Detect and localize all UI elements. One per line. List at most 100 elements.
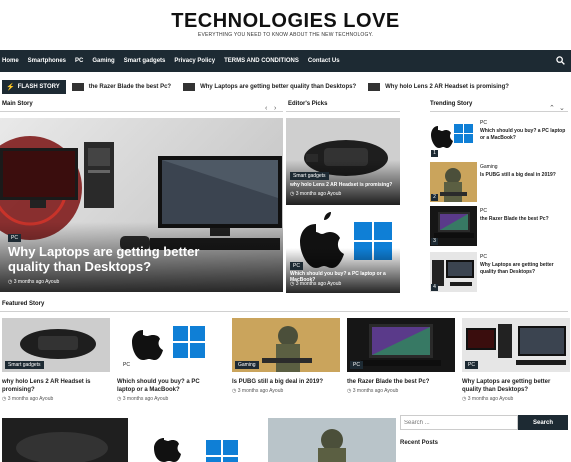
category-badge[interactable]: Smart gadgets	[5, 361, 44, 369]
featured-title[interactable]: Is PUBG still a big deal in 2019?	[232, 378, 332, 386]
apple-windows-image	[117, 318, 225, 372]
nav-item-pc[interactable]: PC	[75, 58, 83, 64]
post-meta: ◷ 3 months ago Ayoub	[347, 388, 455, 394]
vr-headset-image	[2, 418, 128, 462]
featured-title[interactable]: why holo Lens 2 AR Headset is promising?	[2, 378, 102, 394]
featured-card[interactable]: PC the Razer Blade the best Pc? ◷ 3 mont…	[347, 318, 455, 394]
nav-item-smartphones[interactable]: Smartphones	[28, 58, 66, 64]
flash-story-text: FLASH STORY	[17, 84, 60, 90]
trending-category[interactable]: PC	[480, 208, 487, 214]
post-meta: ◷ 3 months ago Ayoub	[8, 279, 59, 285]
chevron-up-icon[interactable]: ⌃	[549, 104, 555, 112]
trending-title[interactable]: Which should you buy? a PC laptop or a M…	[480, 128, 566, 142]
category-badge[interactable]: PC	[290, 262, 303, 270]
featured-image: Gaming	[232, 318, 340, 372]
editors-pick-title[interactable]: why holo Lens 2 AR Headset is promising?	[290, 182, 398, 188]
ticker-item-title[interactable]: the Razer Blade the best Pc?	[89, 84, 171, 90]
desktop-pc-image	[462, 318, 570, 372]
main-story-card[interactable]: PC Why Laptops are getting better qualit…	[0, 118, 283, 292]
trending-item[interactable]: 3 PC the Razer Blade the best Pc?	[430, 206, 568, 246]
ticker-item-title[interactable]: Why holo Lens 2 AR Headset is promising?	[385, 84, 509, 90]
site-title[interactable]: TECHNOLOGIES LOVE	[0, 10, 571, 33]
category-badge[interactable]: PC	[120, 361, 133, 369]
divider	[0, 311, 568, 312]
post-meta: ◷ 3 months ago Ayoub	[2, 396, 110, 402]
sidebar-search: Search	[400, 415, 568, 430]
post-thumbnail[interactable]	[268, 418, 396, 462]
nav-item-smart-gadgets[interactable]: Smart gadgets	[124, 58, 166, 64]
ticker-item[interactable]: Why holo Lens 2 AR Headset is promising?	[368, 83, 509, 91]
featured-image: PC	[462, 318, 570, 372]
rank-badge: 2	[431, 194, 438, 201]
lightning-icon: ⚡	[6, 84, 15, 91]
trending-title[interactable]: Why Laptops are getting better quality t…	[480, 262, 566, 276]
site-tagline: EVERYTHING YOU NEED TO KNOW ABOUT THE NE…	[197, 32, 374, 38]
editors-pick-card[interactable]: Smart gadgets why holo Lens 2 AR Headset…	[286, 118, 400, 205]
post-thumbnail[interactable]	[2, 418, 128, 462]
nav-item-gaming[interactable]: Gaming	[92, 58, 114, 64]
post-meta-text: 3 months ago Ayoub	[237, 388, 284, 394]
trending-item[interactable]: 2 Gaming Is PUBG still a big deal in 201…	[430, 162, 568, 202]
trending-item[interactable]: 4 PC Why Laptops are getting better qual…	[430, 252, 568, 292]
trending-category[interactable]: PC	[480, 120, 487, 126]
trending-heading: Trending Story	[430, 101, 473, 107]
trending-thumbnail: 1	[430, 118, 477, 158]
editors-pick-card[interactable]: PC Which should you buy? a PC laptop or …	[286, 206, 400, 293]
ticker-item[interactable]: Why Laptops are getting better quality t…	[183, 83, 356, 91]
search-input[interactable]	[400, 415, 518, 430]
rank-badge: 4	[431, 284, 438, 291]
category-badge[interactable]: PC	[350, 361, 363, 369]
nav-item-home[interactable]: Home	[2, 58, 19, 64]
featured-image: PC	[347, 318, 455, 372]
rank-badge: 3	[431, 238, 438, 245]
nav-item-terms[interactable]: TERMS AND CONDITIONS	[224, 58, 299, 64]
ticker-item[interactable]: the Razer Blade the best Pc?	[71, 83, 171, 91]
category-badge[interactable]: Gaming	[235, 361, 259, 369]
ticker-thumbnail	[368, 83, 381, 91]
trending-category[interactable]: PC	[480, 254, 487, 260]
trending-title[interactable]: the Razer Blade the best Pc?	[480, 216, 566, 223]
post-meta-text: 3 months ago Ayoub	[122, 396, 169, 402]
nav-item-privacy-policy[interactable]: Privacy Policy	[174, 58, 215, 64]
category-badge[interactable]: Smart gadgets	[290, 172, 329, 180]
category-badge[interactable]: PC	[465, 361, 478, 369]
post-meta: ◷ 3 months ago Ayoub	[290, 281, 341, 287]
featured-card[interactable]: Gaming Is PUBG still a big deal in 2019?…	[232, 318, 340, 394]
flash-ticker: the Razer Blade the best Pc? Why Laptops…	[71, 83, 521, 91]
trending-category[interactable]: Gaming	[480, 164, 498, 170]
flash-story-bar: ⚡ FLASH STORY the Razer Blade the best P…	[0, 79, 571, 95]
post-thumbnail[interactable]	[134, 418, 262, 462]
post-meta: ◷ 3 months ago Ayoub	[290, 191, 341, 197]
chevron-right-icon[interactable]: ›	[274, 105, 276, 112]
search-button[interactable]: Search	[518, 415, 568, 430]
featured-title[interactable]: the Razer Blade the best Pc?	[347, 378, 447, 386]
trending-thumbnail: 2	[430, 162, 477, 202]
trending-item[interactable]: 1 PC Which should you buy? a PC laptop o…	[430, 118, 568, 158]
featured-card[interactable]: PC Why Laptops are getting better qualit…	[462, 318, 570, 402]
featured-image: PC	[117, 318, 225, 372]
featured-card[interactable]: Smart gadgets why holo Lens 2 AR Headset…	[2, 318, 110, 402]
post-meta: ◷ 3 months ago Ayoub	[232, 388, 340, 394]
post-meta-text: 3 months ago Ayoub	[467, 396, 514, 402]
main-story-title[interactable]: Why Laptops are getting better quality t…	[8, 244, 238, 274]
post-meta: ◷ 3 months ago Ayoub	[462, 396, 570, 402]
category-badge[interactable]: PC	[8, 234, 21, 242]
divider	[430, 111, 568, 112]
divider	[0, 111, 283, 112]
featured-title[interactable]: Why Laptops are getting better quality t…	[462, 378, 562, 394]
nav-item-contact[interactable]: Contact Us	[308, 58, 340, 64]
recent-posts-heading: Recent Posts	[400, 440, 439, 446]
chevron-left-icon[interactable]: ‹	[265, 105, 267, 112]
rank-badge: 1	[431, 150, 438, 157]
divider	[286, 111, 400, 112]
trending-title[interactable]: Is PUBG still a big deal in 2019?	[480, 172, 566, 179]
featured-image: Smart gadgets	[2, 318, 110, 372]
chevron-down-icon[interactable]: ⌄	[559, 104, 565, 112]
ticker-item-title[interactable]: Why Laptops are getting better quality t…	[200, 84, 356, 90]
post-meta-text: 3 months ago Ayoub	[352, 388, 399, 394]
ticker-thumbnail	[183, 83, 196, 91]
featured-card[interactable]: PC Which should you buy? a PC laptop or …	[117, 318, 225, 402]
search-icon[interactable]	[556, 56, 565, 65]
featured-title[interactable]: Which should you buy? a PC laptop or a M…	[117, 378, 217, 394]
post-meta-text: 3 months ago Ayoub	[13, 279, 60, 285]
